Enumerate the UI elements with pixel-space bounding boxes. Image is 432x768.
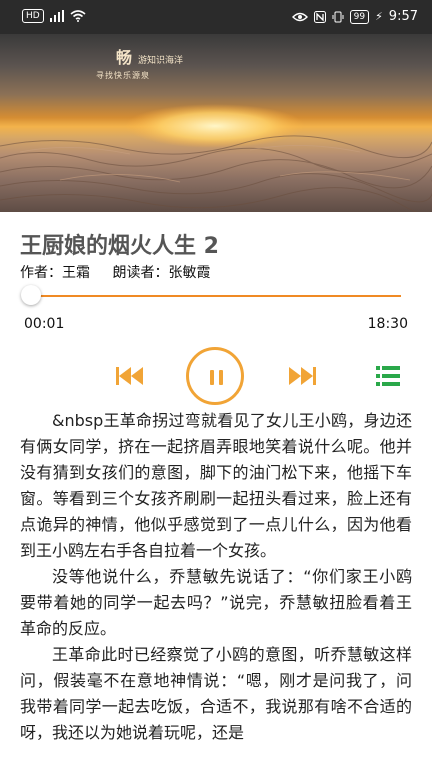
article-text: &nbsp王革命拐过弯就看见了女儿王小鸥，身边还有俩女同学，挤在一起挤眉弄眼地笑…	[20, 408, 412, 746]
wifi-icon	[70, 10, 86, 22]
status-left: HD	[22, 9, 86, 23]
banner-caption-small: 游知识海洋	[138, 56, 184, 66]
previous-track-icon[interactable]	[114, 364, 146, 388]
status-bar: HD 99 ⚡ 9:57	[0, 0, 432, 34]
total-time: 18:30	[367, 316, 408, 332]
playlist-icon[interactable]	[376, 365, 400, 387]
article-paragraph: &nbsp王革命拐过弯就看见了女儿王小鸥，身边还有俩女同学，挤在一起挤眉弄眼地笑…	[20, 411, 412, 560]
hd-icon: HD	[22, 9, 44, 23]
article-paragraph: 王革命此时已经察觉了小鸥的意图，听乔慧敏这样问，假装毫不在意地神情说：“嗯，刚才…	[20, 645, 412, 742]
reader-label: 朗读者：张敏霞	[112, 265, 211, 281]
banner-caption-sub: 寻找快乐源泉	[96, 71, 150, 80]
status-right: 99 ⚡ 9:57	[291, 9, 418, 24]
current-time: 00:01	[24, 316, 65, 332]
banner-caption: 畅游知识海洋 寻找快乐源泉	[96, 44, 183, 81]
sunset-water-image	[0, 104, 432, 212]
book-meta: 作者：王霜 朗读者：张敏霞	[20, 262, 228, 282]
battery-icon: 99	[349, 9, 370, 24]
book-title: 王厨娘的烟火人生 2	[20, 234, 219, 259]
eye-icon	[291, 12, 308, 21]
vibrate-icon	[332, 11, 344, 22]
charging-icon: ⚡	[375, 10, 383, 23]
progress-knob[interactable]	[21, 285, 41, 305]
cover-banner: 畅游知识海洋 寻找快乐源泉	[0, 34, 432, 212]
progress-track[interactable]	[31, 295, 401, 297]
nfc-icon	[313, 10, 326, 23]
banner-caption-main: 畅	[116, 48, 133, 67]
article-paragraph: 没等他说什么，乔慧敏先说话了：“你们家王小鸥要带着她的同学一起去吗？”说完，乔慧…	[20, 567, 412, 638]
pause-button[interactable]	[186, 347, 244, 405]
signal-icon	[49, 10, 64, 22]
author-label: 作者：王霜	[20, 265, 90, 281]
clock: 9:57	[388, 9, 418, 24]
next-track-icon[interactable]	[286, 364, 318, 388]
